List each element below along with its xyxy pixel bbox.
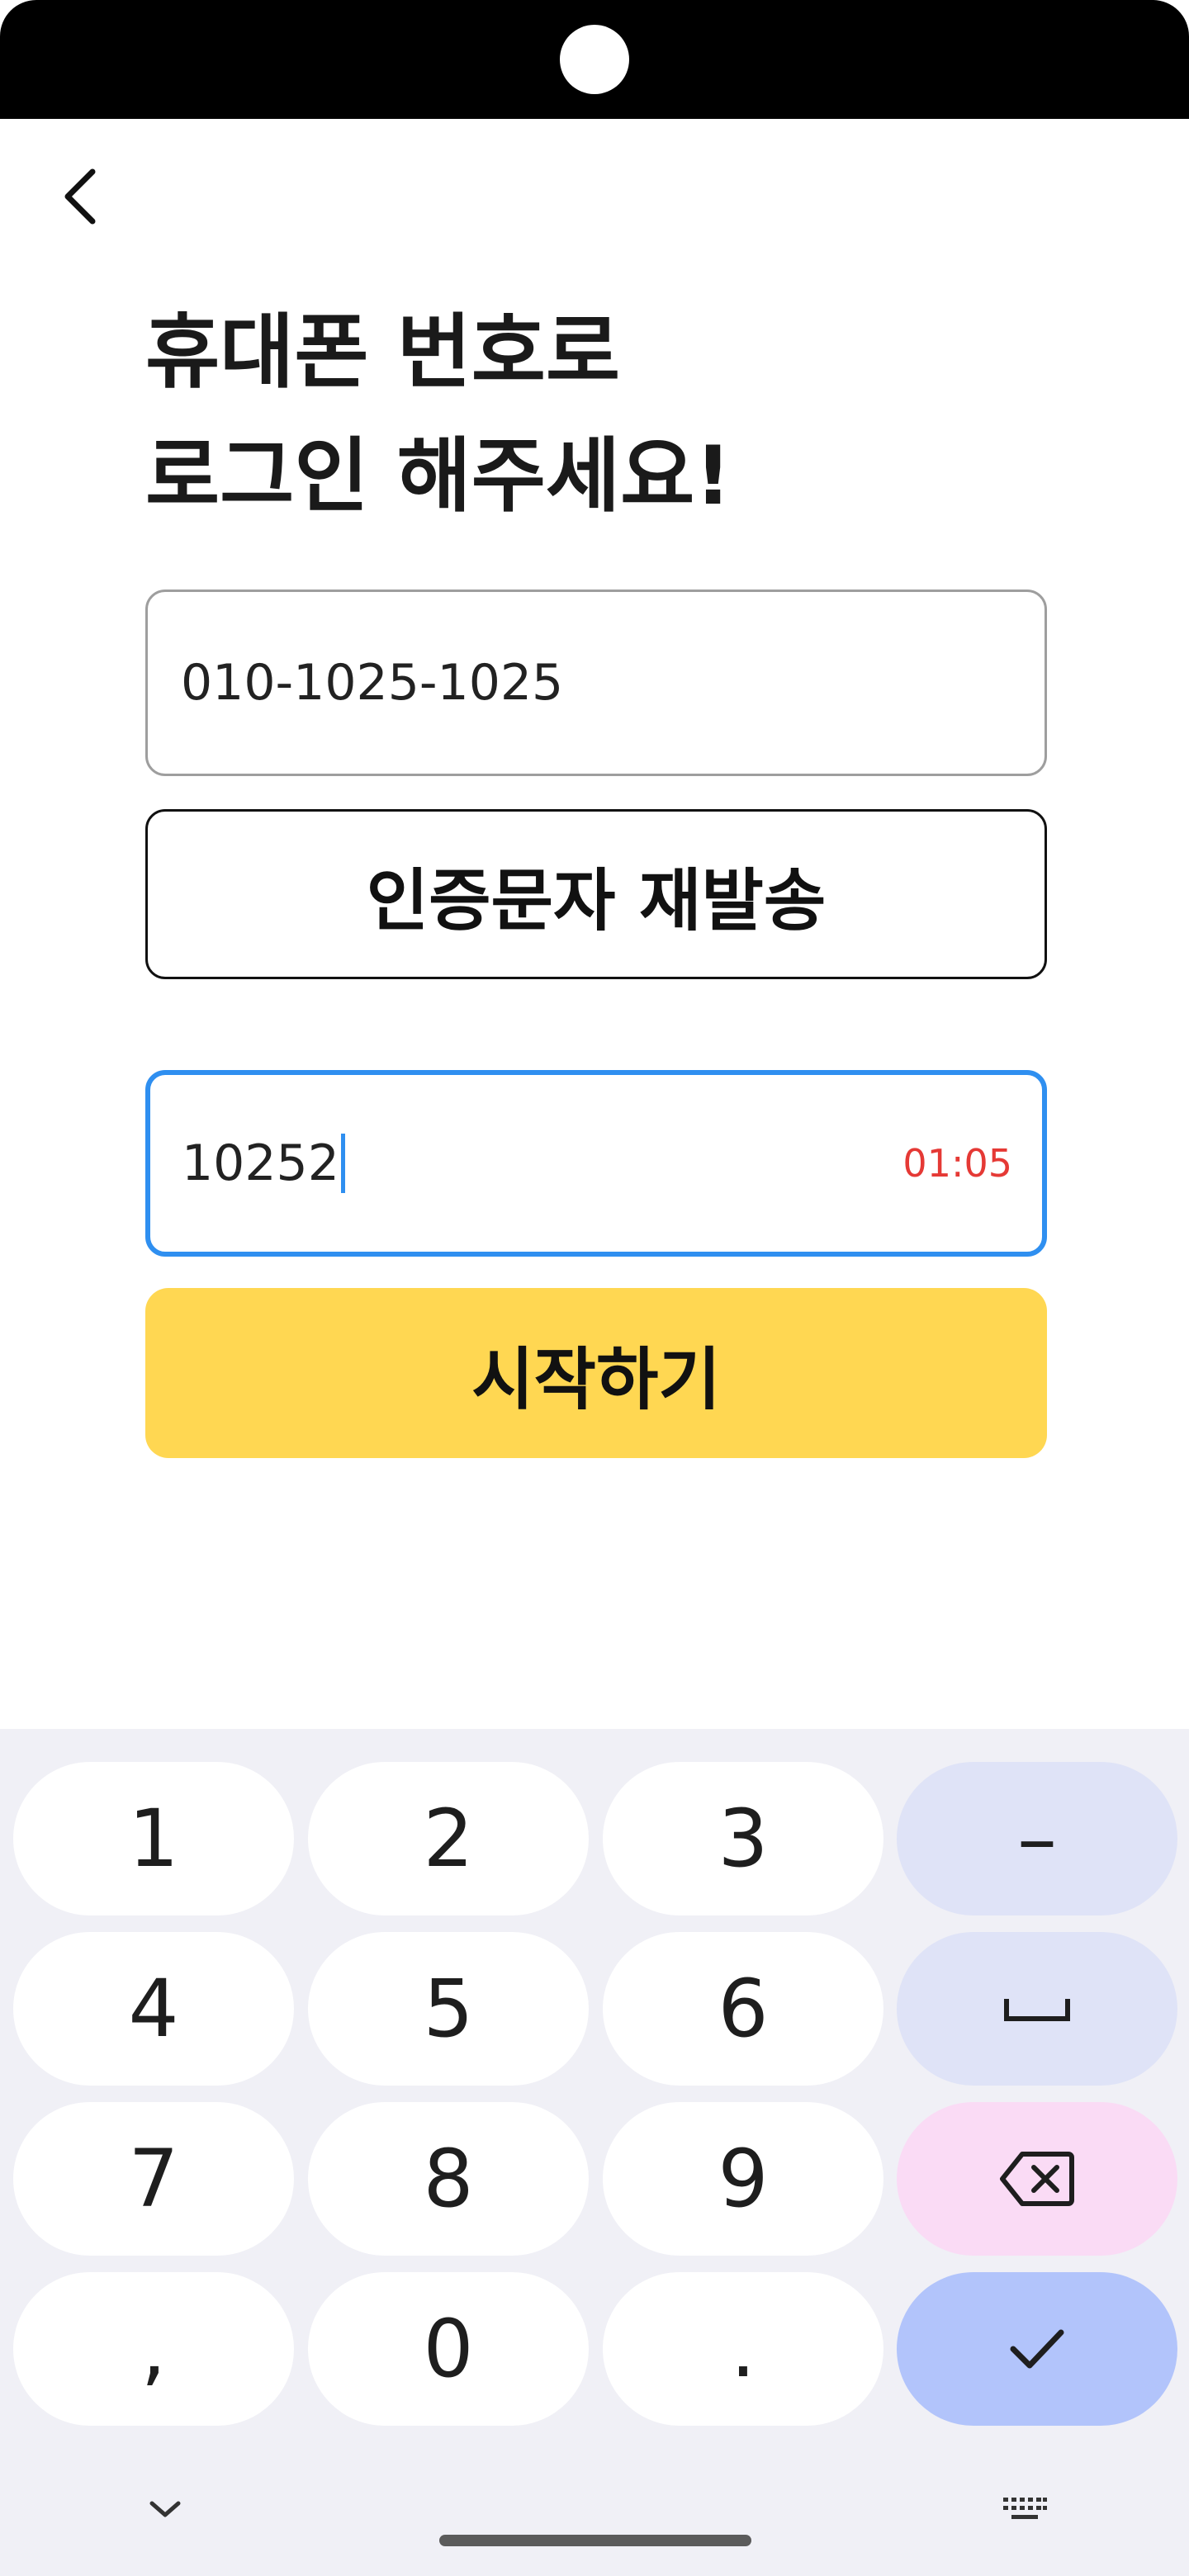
key-comma[interactable]: ,	[13, 2272, 294, 2426]
page-title: 휴대폰 번호로 로그인 해주세요!	[145, 291, 1054, 538]
verification-code-value: 10252	[182, 1134, 339, 1192]
phone-number-field[interactable]: 010-1025-1025	[145, 590, 1047, 776]
page-title-line2: 로그인 해주세요!	[145, 429, 732, 523]
chevron-left-icon	[64, 168, 96, 225]
key-3[interactable]: 3	[603, 1762, 883, 1915]
key-6[interactable]: 6	[603, 1932, 883, 2086]
key-dash[interactable]: –	[897, 1762, 1177, 1915]
key-space[interactable]	[897, 1932, 1177, 2086]
key-5[interactable]: 5	[308, 1932, 589, 2086]
key-2[interactable]: 2	[308, 1762, 589, 1915]
backspace-icon	[1000, 2152, 1074, 2206]
resend-code-button[interactable]: 인증문자 재발송	[145, 809, 1047, 979]
numeric-keyboard: 1 2 3 – 4 5 6 7 8 9 , 0 .	[0, 1729, 1189, 2576]
page-title-line1: 휴대폰 번호로	[145, 305, 621, 400]
check-icon	[1010, 2329, 1064, 2369]
key-4[interactable]: 4	[13, 1932, 294, 2086]
front-camera-cutout	[560, 25, 629, 94]
chevron-down-icon	[149, 2501, 181, 2517]
verification-code-field[interactable]: 10252 01:05	[145, 1070, 1047, 1257]
key-1[interactable]: 1	[13, 1762, 294, 1915]
home-indicator[interactable]	[439, 2535, 751, 2546]
space-icon	[1004, 1999, 1070, 2021]
back-button[interactable]	[41, 157, 121, 236]
start-button[interactable]: 시작하기	[145, 1288, 1047, 1458]
key-7[interactable]: 7	[13, 2102, 294, 2256]
key-9[interactable]: 9	[603, 2102, 883, 2256]
keyboard-icon	[1003, 2498, 1047, 2519]
text-caret	[340, 1134, 345, 1193]
countdown-timer: 01:05	[902, 1141, 1012, 1186]
key-done[interactable]	[897, 2272, 1177, 2426]
keyboard-switch-button[interactable]	[996, 2488, 1054, 2530]
key-0[interactable]: 0	[308, 2272, 589, 2426]
key-backspace[interactable]	[897, 2102, 1177, 2256]
key-period[interactable]: .	[603, 2272, 883, 2426]
status-bar	[0, 0, 1189, 119]
verification-code-value-wrap: 10252	[182, 1134, 345, 1193]
key-8[interactable]: 8	[308, 2102, 589, 2256]
phone-number-value: 010-1025-1025	[181, 654, 564, 712]
hide-keyboard-button[interactable]	[140, 2488, 190, 2530]
